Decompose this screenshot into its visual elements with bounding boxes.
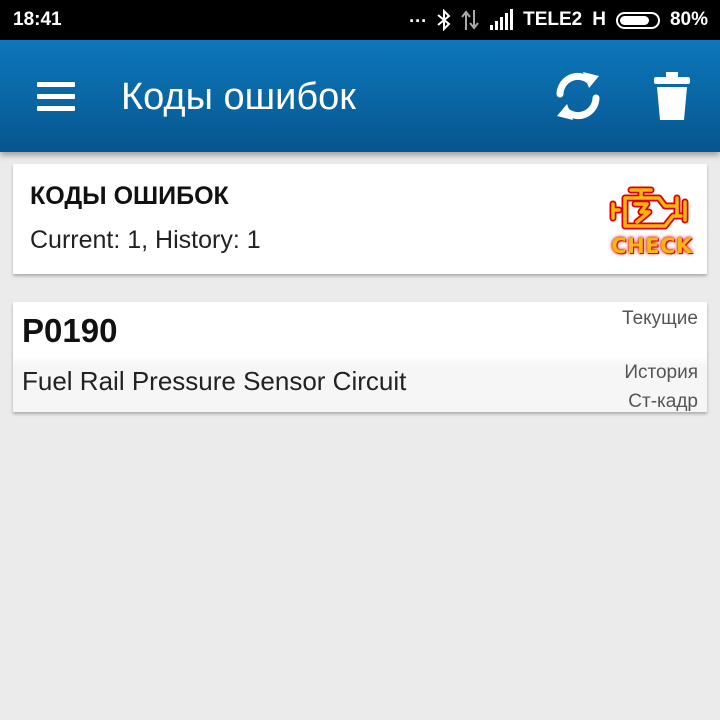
status-icons: ... TELE2 H 80% <box>409 5 708 31</box>
bluetooth-icon <box>437 9 451 31</box>
signal-icon <box>490 9 514 30</box>
data-transfer-icon <box>461 10 479 30</box>
refresh-icon[interactable] <box>552 70 604 122</box>
engine-symbol <box>609 186 689 230</box>
status-freeze-frame: Ст-кадр <box>628 391 698 412</box>
app-bar: Коды ошибок <box>0 40 720 152</box>
status-time: 18:41 <box>13 9 62 30</box>
summary-title: КОДЫ ОШИБОК <box>30 182 229 210</box>
carrier-name: TELE2 <box>523 9 583 30</box>
status-history: История <box>624 362 698 383</box>
summary-card: КОДЫ ОШИБОК Current: 1, History: 1 CHECK <box>13 164 707 274</box>
network-type: H <box>592 9 606 30</box>
status-bar: 18:41 ... TELE2 H 80% <box>0 0 720 40</box>
page-title: Коды ошибок <box>121 76 356 118</box>
check-label: CHECK <box>611 234 693 258</box>
summary-counts: Current: 1, History: 1 <box>30 226 261 254</box>
status-current: Текущие <box>622 308 698 329</box>
error-code: P0190 <box>22 312 118 349</box>
battery-percent: 80% <box>669 9 708 30</box>
trash-icon[interactable] <box>652 70 692 122</box>
error-code-row[interactable]: P0190 Fuel Rail Pressure Sensor Circuit … <box>13 302 707 412</box>
battery-icon <box>615 11 660 29</box>
error-description: Fuel Rail Pressure Sensor Circuit <box>22 366 407 396</box>
notification-dots: ... <box>409 5 428 26</box>
hamburger-menu-icon[interactable] <box>37 78 77 114</box>
battery-fill <box>619 15 649 25</box>
check-engine-icon: CHECK <box>607 182 697 262</box>
